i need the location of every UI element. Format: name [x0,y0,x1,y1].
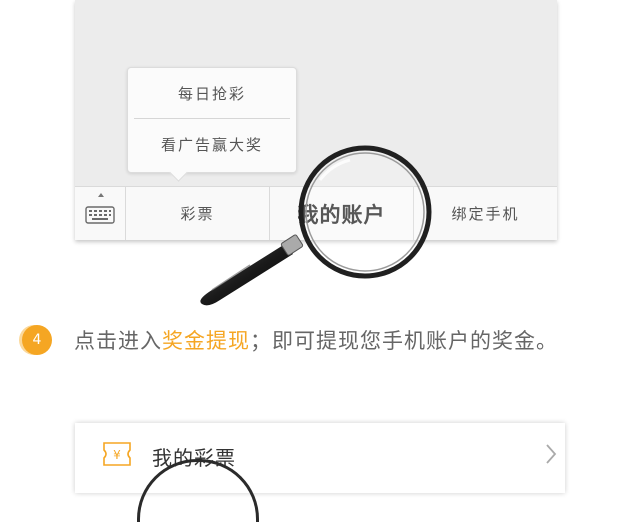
caret-up-icon [98,193,104,197]
step-text-before: 点击进入 [74,329,162,353]
magnifier-icon [200,145,432,306]
step-text-after: ；即可提现您手机账户的奖金。 [250,329,558,353]
keyboard-icon [85,205,115,224]
lottery-ticket-icon: ¥ [103,442,131,466]
chevron-right-icon[interactable] [545,443,557,465]
step-highlight-withdraw: 奖金提现 [162,329,250,353]
popup-item-daily-grab[interactable]: 每日抢彩 [128,68,296,118]
step-text: 点击进入奖金提现；即可提现您手机账户的奖金。 [74,325,558,355]
svg-text:¥: ¥ [113,448,121,462]
step-number-badge: 4 [22,325,52,355]
keyboard-toggle-button[interactable] [75,187,126,240]
step-instruction: 4 点击进入奖金提现；即可提现您手机账户的奖金。 [22,322,558,358]
